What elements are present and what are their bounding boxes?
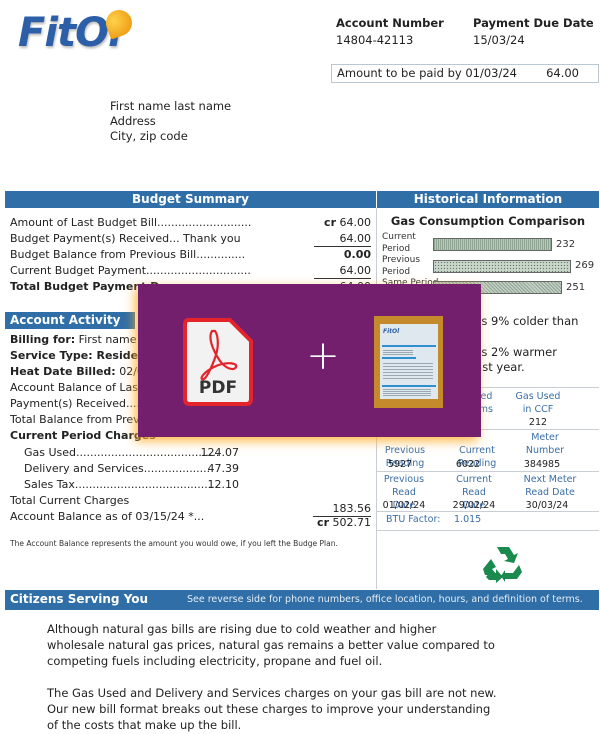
- date-header: Previous Read Date: [383, 474, 425, 511]
- charge-value: 12.10: [207, 478, 240, 491]
- charge-value: 47.39: [207, 462, 240, 475]
- due-date: 15/03/24: [473, 33, 525, 47]
- charge-label: Gas Used................................…: [24, 446, 220, 459]
- usage-header: Gas Used: [515, 391, 561, 402]
- citizens-title: Citizens Serving You: [10, 592, 149, 606]
- bar-value: 269: [575, 260, 595, 271]
- account-activity-header: Account Activity: [5, 312, 135, 329]
- heat-date-billed: Heat Date Billed: 02/03/: [10, 365, 155, 378]
- gas-consumption-title: Gas Consumption Comparison: [390, 214, 586, 228]
- consumption-bar-current: [433, 238, 552, 251]
- info-paragraph-2: The Gas Used and Delivery and Services c…: [47, 686, 497, 732]
- budget-total-label: Total Budget Payment D: [10, 280, 160, 293]
- logo-text: FitOl: [18, 10, 122, 56]
- address-street: Address: [110, 114, 156, 128]
- usage-header: in CCF: [522, 404, 554, 415]
- mailing-address: First name last name Address City, zip c…: [110, 99, 231, 144]
- charge-label: Sales Tax...............................…: [24, 478, 219, 491]
- divider: [377, 471, 599, 472]
- total-current-charges-label: Total Current Charges: [10, 494, 130, 507]
- divider: [377, 511, 599, 512]
- address-city: City, zip code: [110, 129, 188, 143]
- date-header: Current Read Date: [456, 474, 492, 511]
- citizens-serving-bar: Citizens Serving You See reverse side fo…: [5, 590, 599, 610]
- thumb-logo: FitOl: [383, 328, 400, 335]
- budget-row-label: Budget Payment(s) Received... Thank you: [10, 232, 241, 245]
- previous-reading: 5927: [387, 459, 413, 470]
- account-balance-label: Account Balance as of 03/15/24 *...: [10, 510, 205, 523]
- thumb-text: [383, 361, 433, 379]
- bar-value: 251: [566, 282, 586, 293]
- budget-row-value: cr 64.00: [324, 216, 371, 229]
- historical-info-header: Historical Information: [377, 191, 599, 208]
- current-reading: 6022: [455, 459, 481, 470]
- thumb-bar: [382, 357, 416, 359]
- credit-prefix: cr: [324, 216, 336, 229]
- total-balance-previous: Total Balance from Previ: [10, 413, 143, 426]
- due-date-label: Payment Due Date: [473, 16, 594, 30]
- account-number-label: Account Number: [336, 16, 444, 30]
- pdf-file-icon[interactable]: PDF: [182, 317, 254, 407]
- payments-received: Payment(s) Received..... T: [10, 397, 154, 410]
- charge-label: Delivery and Services...................: [24, 462, 211, 475]
- thumb-bar: [382, 345, 436, 347]
- budget-row-value: 64.00: [314, 232, 371, 247]
- amount-due-value: 64.00: [546, 66, 579, 80]
- consumption-bar-previous: [433, 260, 571, 273]
- balance-footnote: The Account Balance represents the amoun…: [10, 539, 338, 548]
- pdf-merge-overlay: PDF + FitOl: [138, 284, 481, 437]
- bill-photo-thumbnail[interactable]: FitOl: [374, 316, 443, 408]
- billing-for: Billing for: First name la: [10, 333, 150, 346]
- balance-last-bill: Account Balance of Last B: [10, 381, 154, 394]
- budget-summary-header: Budget Summary: [5, 191, 376, 208]
- reading-header: Meter Number: [525, 432, 565, 456]
- pdf-label: PDF: [199, 378, 237, 398]
- divider: [377, 530, 599, 531]
- brand-logo: FitOl: [18, 6, 158, 58]
- bar-value: 232: [556, 239, 576, 250]
- citizens-note: See reverse side for phone numbers, offi…: [187, 594, 583, 605]
- info-paragraph-1: Although natural gas bills are rising du…: [47, 622, 495, 668]
- budget-row-label: Current Budget Payment..................…: [10, 264, 251, 277]
- recycle-icon: [483, 547, 522, 583]
- amount-due-box: Amount to be paid by 01/03/24 64.00: [331, 64, 599, 83]
- budget-row-value: 64.00: [314, 264, 371, 279]
- date-header: Next Meter Read Date: [523, 474, 577, 498]
- account-balance-value: cr 502.71: [317, 516, 371, 529]
- amount-due-label: Amount to be paid by 01/03/24: [337, 66, 517, 80]
- budget-row-value: 0.00: [343, 248, 371, 261]
- bar-label: Previous Period: [382, 255, 421, 277]
- thumb-text: [383, 389, 431, 396]
- btu-factor-value: 1.015: [454, 514, 482, 525]
- budget-row-label: Amount of Last Budget Bill..............…: [10, 216, 252, 229]
- plus-icon: +: [306, 333, 340, 379]
- bill-page-preview: FitOl: [380, 324, 438, 399]
- bar-label: Current Period: [382, 232, 416, 254]
- address-name: First name last name: [110, 99, 232, 113]
- service-type: Service Type: Residenti: [10, 349, 155, 362]
- meter-number: 384985: [523, 459, 561, 470]
- budget-row-label: Budget Balance from Previous Bill.......…: [10, 248, 246, 261]
- thumb-text: [383, 349, 413, 355]
- charge-value: 124.07: [200, 446, 240, 459]
- total-current-charges-value: 183.56: [313, 502, 371, 517]
- account-number: 14804-42113: [336, 33, 414, 47]
- thumb-bar: [382, 385, 436, 387]
- btu-factor-label: BTU Factor:: [386, 514, 441, 525]
- gas-used-ccf: 212: [528, 417, 548, 428]
- current-period-charges-label: Current Period Charges: [10, 429, 156, 442]
